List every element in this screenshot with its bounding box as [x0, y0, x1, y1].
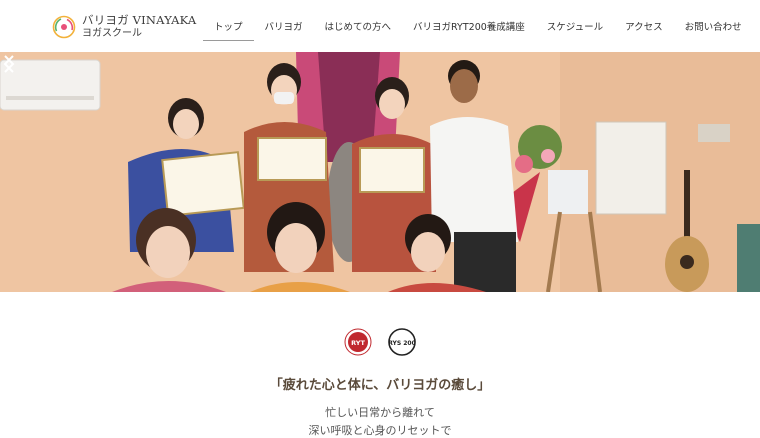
intro-line-1: 忙しい日常から離れて: [325, 406, 435, 419]
intro-line-2: 深い呼吸と心身のリセットで: [308, 424, 452, 437]
chevron-right-icon[interactable]: [0, 52, 18, 76]
main-nav: トップ バリヨガ はじめての方へ バリヨガRYT200養成講座 スケジュール ア…: [203, 0, 760, 52]
nav-item-ryt200[interactable]: バリヨガRYT200養成講座: [413, 19, 525, 33]
site-header: バリヨガ VINAYAKA ヨガスクール トップ バリヨガ はじめての方へ バリ…: [0, 0, 760, 52]
yoga-alliance-ryt-badge[interactable]: RYT: [344, 328, 372, 356]
nav-item-access[interactable]: アクセス: [625, 19, 663, 33]
yoga-alliance-rys-badge[interactable]: RYS 200: [388, 328, 416, 356]
nav-item-top[interactable]: トップ: [203, 19, 253, 41]
nav-item-beginners[interactable]: はじめての方へ: [325, 19, 392, 33]
hero-slider: [0, 52, 760, 292]
nav-item-bali-yoga[interactable]: バリヨガ: [265, 19, 303, 33]
badge-rys-text: RYS 200: [388, 340, 416, 347]
site-logo[interactable]: バリヨガ VINAYAKA ヨガスクール: [52, 13, 196, 41]
intro-tagline: 「疲れた心と体に、バリヨガの癒し」: [269, 378, 491, 393]
nav-item-contact[interactable]: お問い合わせ: [685, 19, 742, 33]
certification-badges: RYT RYS 200: [0, 328, 760, 356]
logo-mark-icon: [52, 15, 76, 39]
logo-title: バリヨガ VINAYAKA: [82, 13, 197, 27]
nav-item-schedule[interactable]: スケジュール: [547, 19, 603, 33]
badge-ryt-text: RYT: [351, 339, 365, 347]
logo-subtitle: ヨガスクール: [82, 28, 142, 39]
hero-photo: [0, 52, 760, 292]
